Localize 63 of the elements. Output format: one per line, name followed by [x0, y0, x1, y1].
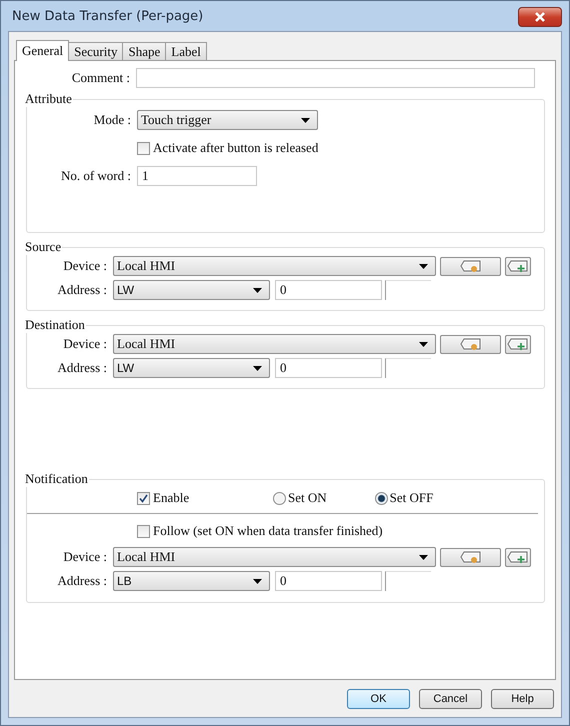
activate-checkbox[interactable]: Activate after button is released [137, 140, 318, 156]
tab[interactable]: Label [165, 42, 207, 60]
words-field[interactable]: 1 [137, 166, 257, 186]
add-tag-button[interactable] [505, 256, 531, 276]
caret-icon [253, 288, 262, 292]
follow-checkbox[interactable]: Follow (set ON when data transfer finished) [137, 523, 383, 539]
window-title: New Data Transfer (Per-page) [11, 8, 204, 24]
close-button[interactable] [518, 7, 562, 27]
dialog-button[interactable]: OK [347, 688, 410, 708]
comment-label: Comment : [70, 70, 131, 86]
caret-icon [301, 118, 310, 122]
add-tag-button[interactable] [505, 548, 531, 566]
add-tag-icon [507, 260, 529, 272]
group-title: Attribute [24, 91, 73, 107]
caret-icon [419, 264, 428, 268]
device-dropdown[interactable]: Local HMI [113, 547, 436, 567]
address-label: Address : [56, 282, 108, 298]
address-type-dropdown[interactable]: LB [113, 571, 270, 591]
tag-icon [460, 260, 482, 272]
group-title: Source [24, 239, 62, 255]
address-field[interactable]: 0 [275, 280, 382, 300]
words-label: No. of word : [60, 168, 132, 184]
device-label: Device : [62, 336, 108, 352]
address-label: Address : [56, 573, 108, 589]
mode-dropdown[interactable]: Touch trigger [137, 110, 318, 130]
caret-icon [419, 342, 428, 346]
address-extra-field[interactable] [385, 358, 431, 378]
add-tag-icon [507, 338, 529, 350]
group-title: Notification [24, 471, 89, 487]
caret-icon [253, 578, 262, 584]
add-tag-icon [507, 551, 529, 563]
close-icon [533, 11, 547, 23]
address-field[interactable]: 0 [275, 358, 382, 378]
comment-field[interactable] [136, 68, 535, 88]
tag-icon [460, 551, 482, 563]
caret-icon [253, 366, 262, 370]
add-tag-button[interactable] [505, 334, 531, 354]
address-type-dropdown[interactable]: LW [113, 280, 270, 300]
address-label: Address : [56, 360, 108, 376]
address-extra-field[interactable] [385, 280, 431, 300]
device-label: Device : [62, 549, 108, 565]
check-icon [138, 492, 149, 504]
radio-button[interactable]: Set OFF [374, 490, 434, 506]
tag-button[interactable] [440, 256, 501, 276]
address-type-dropdown[interactable]: LW [113, 358, 270, 378]
dialog-button[interactable]: Cancel [419, 688, 482, 708]
device-dropdown[interactable]: Local HMI [113, 334, 436, 354]
mode-label: Mode : [92, 112, 132, 128]
enable-checkbox[interactable]: Enable [137, 490, 273, 506]
caret-icon [419, 554, 428, 560]
tag-button[interactable] [440, 334, 501, 354]
dialog-button[interactable]: Help [491, 688, 554, 708]
group-title: Destination [24, 317, 86, 333]
tab[interactable]: Security [68, 42, 124, 60]
device-dropdown[interactable]: Local HMI [113, 256, 436, 276]
tag-button[interactable] [440, 548, 501, 566]
device-label: Device : [62, 258, 108, 274]
tab[interactable]: General [16, 40, 70, 61]
tab[interactable]: Shape [122, 42, 166, 60]
tag-icon [460, 338, 482, 350]
address-extra-field[interactable] [385, 571, 431, 591]
address-field[interactable]: 0 [275, 571, 382, 591]
radio-button[interactable]: Set ON [273, 490, 327, 506]
